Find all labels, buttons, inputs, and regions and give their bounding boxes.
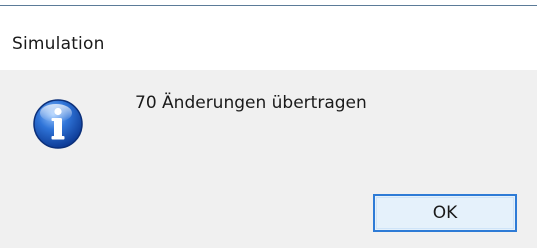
ok-button-label: OK: [432, 203, 458, 223]
info-icon: [32, 98, 84, 150]
title-bar[interactable]: Simulation: [0, 6, 537, 68]
dialog-title: Simulation: [12, 34, 105, 54]
dialog-content: 70 Änderungen übertragen: [0, 70, 537, 175]
dialog-footer: OK: [0, 175, 537, 248]
ok-button[interactable]: OK: [373, 194, 517, 232]
message-dialog: Simulation 70 Änderungen übertragen OK: [0, 0, 537, 248]
dialog-message: 70 Änderungen übertragen: [135, 93, 367, 113]
